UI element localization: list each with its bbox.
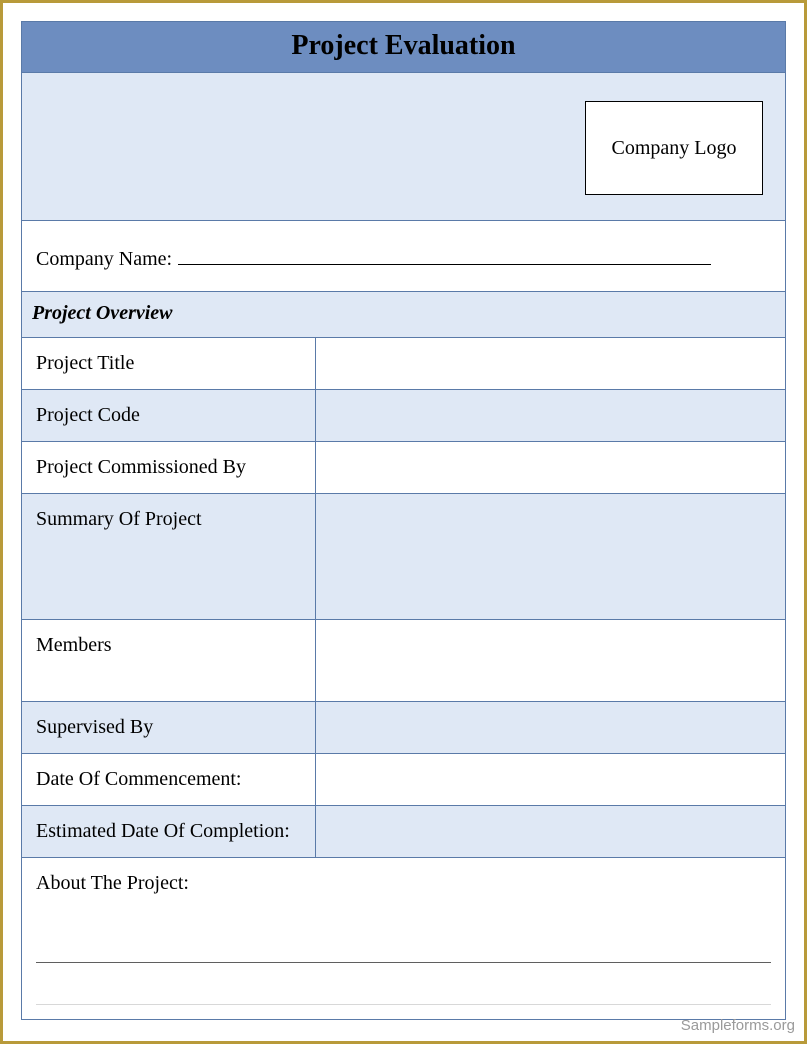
row-date-commencement: Date Of Commencement:: [22, 754, 785, 806]
label-members: Members: [22, 620, 316, 701]
about-section: About The Project:: [22, 858, 785, 1019]
label-commissioned-by: Project Commissioned By: [22, 442, 316, 493]
label-date-completion: Estimated Date Of Completion:: [22, 806, 316, 857]
watermark: Sampleforms.org: [681, 1017, 795, 1034]
row-project-title: Project Title: [22, 338, 785, 390]
label-project-code: Project Code: [22, 390, 316, 441]
value-date-completion[interactable]: [316, 806, 785, 857]
row-commissioned-by: Project Commissioned By: [22, 442, 785, 494]
about-input-line-2[interactable]: [36, 977, 771, 1005]
company-name-row: Company Name:: [22, 221, 785, 292]
label-project-title: Project Title: [22, 338, 316, 389]
value-summary[interactable]: [316, 494, 785, 619]
value-members[interactable]: [316, 620, 785, 701]
page-frame: Project Evaluation Company Logo Company …: [0, 0, 807, 1044]
form-container: Project Evaluation Company Logo Company …: [21, 21, 786, 1020]
about-label: About The Project:: [36, 872, 771, 895]
label-supervised-by: Supervised By: [22, 702, 316, 753]
company-name-label: Company Name:: [36, 248, 172, 271]
row-members: Members: [22, 620, 785, 702]
company-logo-placeholder: Company Logo: [585, 101, 763, 195]
form-title: Project Evaluation: [22, 22, 785, 73]
section-project-overview: Project Overview: [22, 292, 785, 338]
value-project-code[interactable]: [316, 390, 785, 441]
logo-section: Company Logo: [22, 73, 785, 221]
row-project-code: Project Code: [22, 390, 785, 442]
company-name-input-line[interactable]: [178, 243, 711, 265]
company-logo-label: Company Logo: [612, 137, 737, 160]
row-summary: Summary Of Project: [22, 494, 785, 620]
label-summary: Summary Of Project: [22, 494, 316, 619]
row-date-completion: Estimated Date Of Completion:: [22, 806, 785, 858]
value-date-commencement[interactable]: [316, 754, 785, 805]
row-supervised-by: Supervised By: [22, 702, 785, 754]
label-date-commencement: Date Of Commencement:: [22, 754, 316, 805]
value-commissioned-by[interactable]: [316, 442, 785, 493]
value-project-title[interactable]: [316, 338, 785, 389]
value-supervised-by[interactable]: [316, 702, 785, 753]
about-input-line-1[interactable]: [36, 935, 771, 963]
